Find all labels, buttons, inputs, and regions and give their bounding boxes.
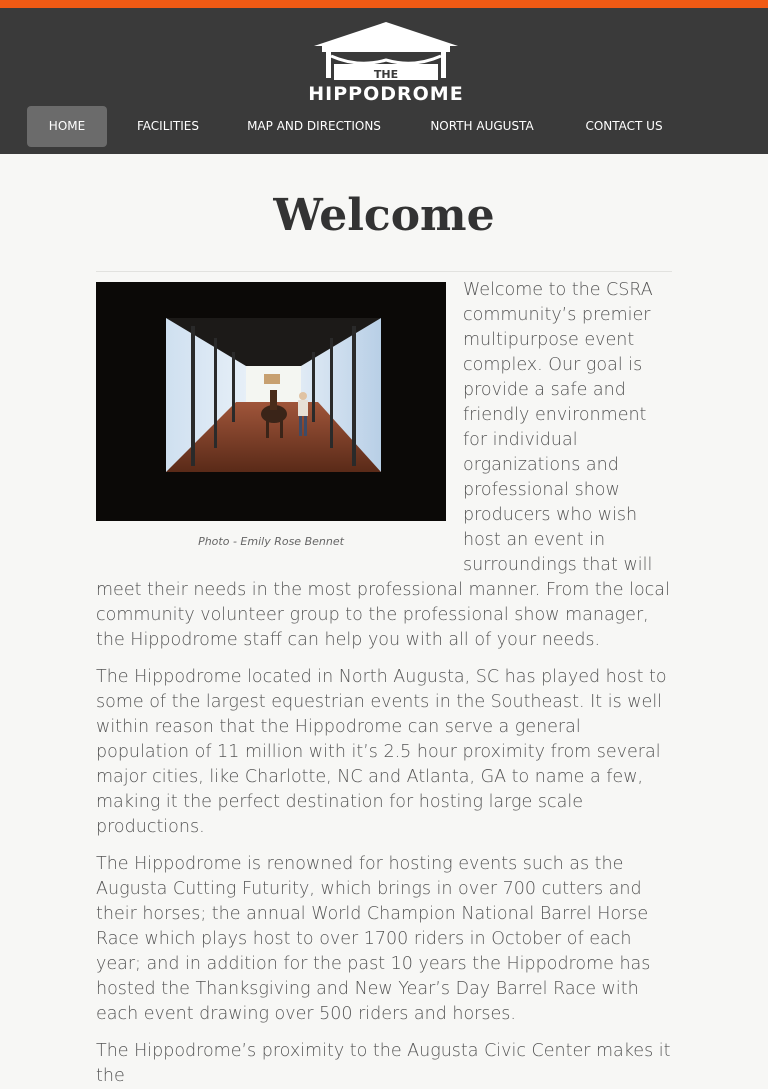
civic-center-paragraph: The Hippodrome’s proximity to the August… (96, 1041, 671, 1086)
photo-caption: Photo - Emily Rose Bennet (198, 535, 344, 548)
site-header: THE HIPPODROME HOME FACILITIES MAP AND D… (0, 8, 768, 154)
nav-north-augusta[interactable]: NORTH AUGUSTA (418, 106, 546, 147)
barn-aisle-photo (96, 282, 446, 521)
events-paragraph: The Hippodrome is renowned for hosting e… (96, 854, 651, 1024)
logo-small-text: THE (373, 68, 399, 81)
site-logo[interactable]: THE HIPPODROME (308, 20, 464, 106)
nav-facilities[interactable]: FACILITIES (124, 106, 212, 147)
nav-home[interactable]: HOME (27, 106, 107, 147)
location-paragraph: The Hippodrome located in North Augusta,… (96, 667, 667, 837)
main-content: Welcome Photo - Emily Rose Bennet Welcom… (96, 154, 672, 1089)
nav-contact-us[interactable]: CONTACT US (572, 106, 676, 147)
logo-name-text: HIPPODROME (308, 83, 464, 105)
main-nav: HOME FACILITIES MAP AND DIRECTIONS NORTH… (0, 106, 768, 147)
nav-map-and-directions[interactable]: MAP AND DIRECTIONS (236, 106, 392, 147)
page-title: Welcome (273, 190, 495, 241)
photo-figure: Photo - Emily Rose Bennet (96, 282, 446, 560)
accent-bar (0, 0, 768, 8)
